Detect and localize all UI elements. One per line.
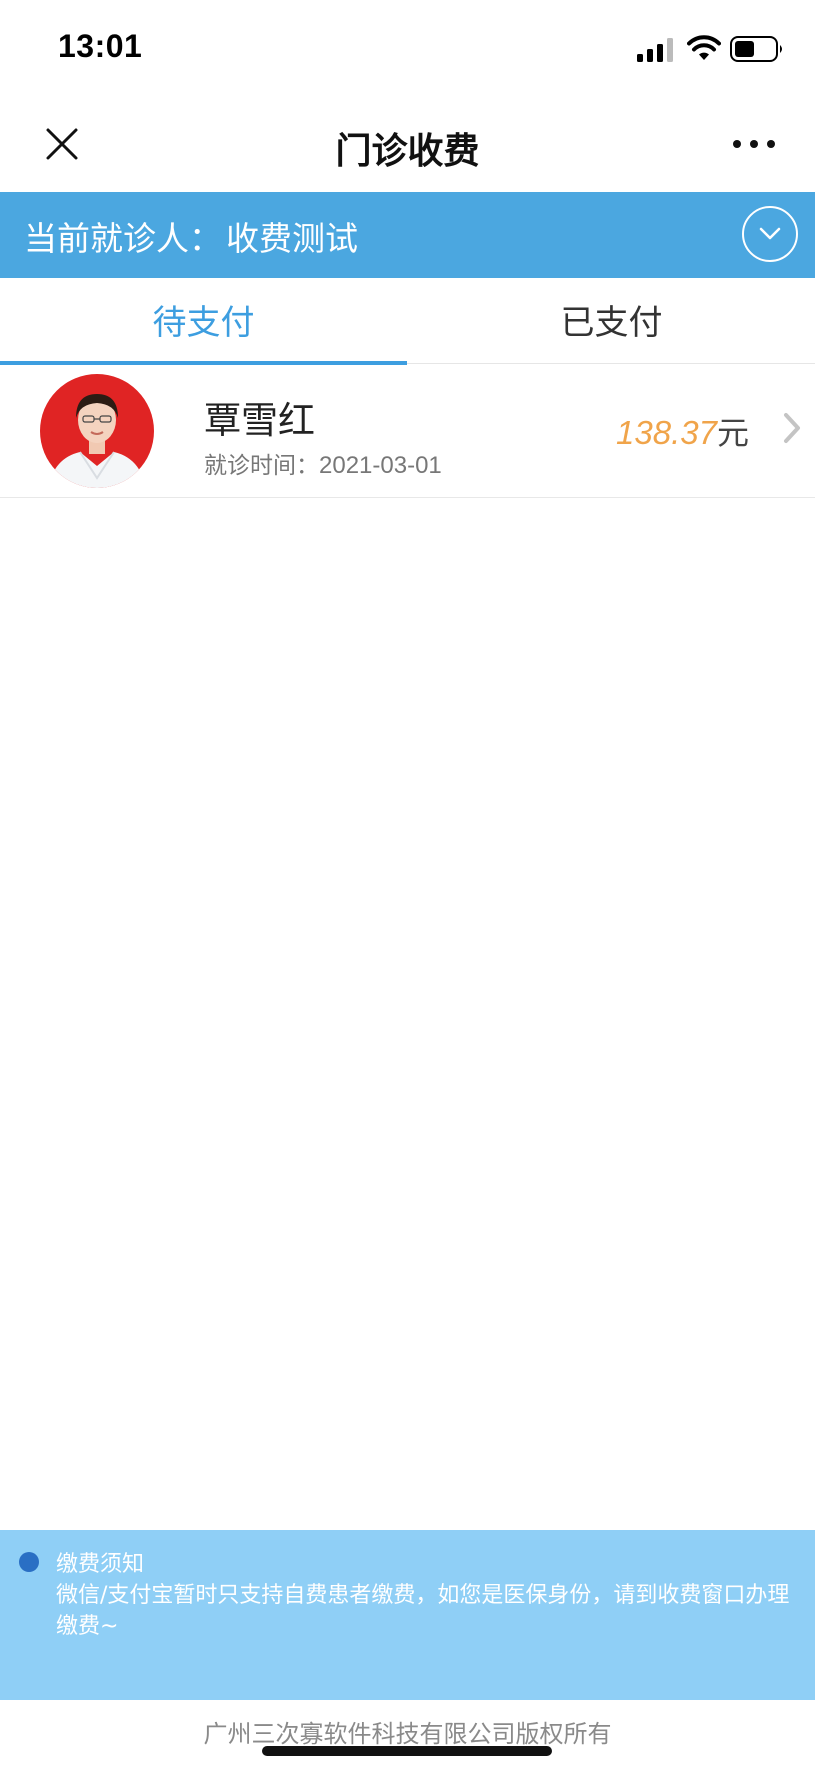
copyright-text: 广州三次寡软件科技有限公司版权所有 [203,1720,612,1748]
tab-unpaid[interactable]: 待支付 [0,278,407,365]
status-bar: 13:01 [0,0,815,100]
more-icon[interactable] [731,136,777,152]
status-time: 13:01 [58,28,143,64]
battery-icon [730,36,782,62]
visit-time-label: 就诊时间： [204,453,319,479]
bill-amount: 138.37元 [616,408,749,454]
visit-date: 2021-03-01 [319,452,442,479]
current-patient-text: 当前就诊人： 收费测试 [24,212,358,260]
outpatient-payment-page: 13:01 门诊收费 当前就诊人： 收费测试 待支付 已支付 覃雪红 就诊时间：… [0,0,815,1765]
notice-body: 微信/支付宝暂时只支持自费患者缴费，如您是医保身份，请到收费窗口办理缴费~ [56,1583,790,1639]
doctor-photo [40,374,154,488]
current-patient-label: 当前就诊人： [24,219,222,258]
notice-dot-icon [19,1552,39,1572]
page-title: 门诊收费 [335,131,480,172]
payment-notice: 缴费须知 微信/支付宝暂时只支持自费患者缴费，如您是医保身份，请到收费窗口办理缴… [0,1530,815,1700]
bill-list-item[interactable]: 覃雪红 就诊时间：2021-03-01 138.37元 [0,364,815,498]
current-patient-name: 收费测试 [226,219,358,258]
chevron-right-icon [784,413,800,443]
switch-patient-button[interactable] [742,206,798,262]
amount-unit: 元 [716,414,749,452]
doctor-name: 覃雪红 [204,399,315,442]
tab-paid[interactable]: 已支付 [408,278,815,364]
footer: 广州三次寡软件科技有限公司版权所有 [0,1700,815,1765]
notice-title: 缴费须知 [56,1552,145,1577]
signal-icon [637,38,673,62]
tab-paid-label: 已支付 [560,303,663,343]
wifi-icon [687,35,721,60]
chevron-down-icon [759,227,781,240]
visit-time: 就诊时间：2021-03-01 [204,446,442,480]
nav-bar: 门诊收费 [0,100,815,192]
tab-unpaid-label: 待支付 [152,303,255,343]
payment-tabs: 待支付 已支付 [0,278,815,365]
doctor-avatar [40,374,154,488]
current-patient-bar: 当前就诊人： 收费测试 [0,192,815,278]
home-indicator[interactable] [262,1746,552,1756]
amount-value: 138.37 [616,414,717,451]
